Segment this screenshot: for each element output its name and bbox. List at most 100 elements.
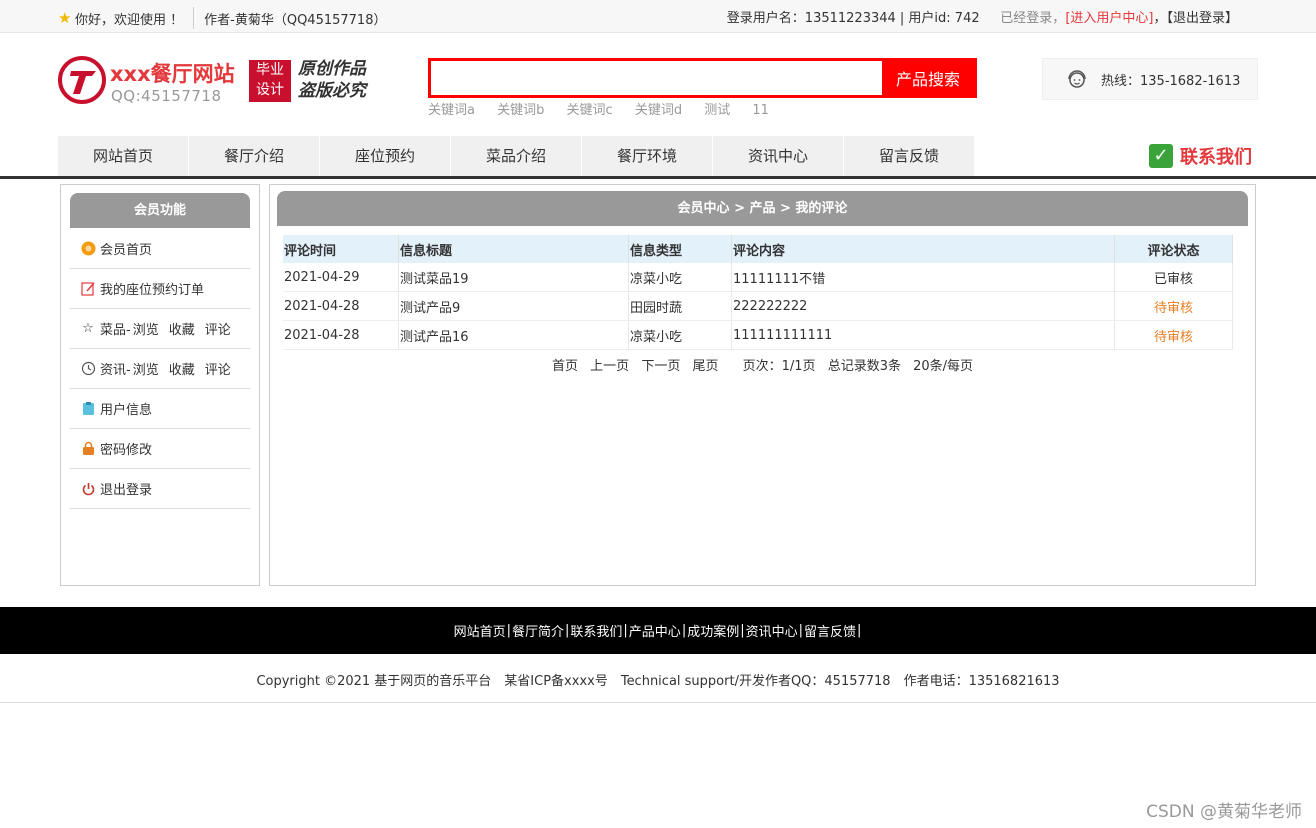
logo-icon[interactable] xyxy=(58,56,110,104)
sidebar-item-news: 资讯- 浏览 收藏 评论 xyxy=(70,349,250,389)
dish-browse-link[interactable]: 浏览 xyxy=(133,319,159,338)
comments-table: 评论时间 信息标题 信息类型 评论内容 评论状态 2021-04-29 测试菜品… xyxy=(283,235,1233,350)
cell-title-link[interactable]: 测试产品16 xyxy=(398,320,629,350)
watermark: CSDN @黄菊华老师 xyxy=(1146,802,1302,822)
edit-icon xyxy=(80,281,96,297)
clock-icon xyxy=(80,361,96,377)
greeting-text: 你好，欢迎使用 ！ xyxy=(75,12,184,28)
cell-type: 凉菜小吃 xyxy=(628,263,732,292)
footer-link-feedback[interactable]: 留言反馈 xyxy=(804,621,856,640)
star-outline-icon: ☆ xyxy=(82,321,94,336)
check-icon: ✓ xyxy=(1149,144,1173,168)
nav-item-feedback[interactable]: 留言反馈 xyxy=(844,136,975,176)
cell-title-link[interactable]: 测试菜品19 xyxy=(398,263,629,292)
table-row: 2021-04-29 测试菜品19 凉菜小吃 11111111不错 已审核 xyxy=(283,263,1233,292)
logged-status: 已经登录， xyxy=(1000,11,1066,26)
search-input[interactable] xyxy=(431,61,882,95)
sidebar-item-label: 密码修改 xyxy=(100,443,153,458)
sidebar-item-label: 资讯- xyxy=(100,363,131,378)
nav-item-news[interactable]: 资讯中心 xyxy=(713,136,844,176)
news-browse-link[interactable]: 浏览 xyxy=(133,359,159,378)
sidebar-menu: 会员首页 我的座位预约订单 ☆ 菜品- 浏览 收藏 评论 资讯- 浏览 收藏 评… xyxy=(70,229,250,509)
keyword-link[interactable]: 测试 xyxy=(704,103,730,118)
lock-icon xyxy=(80,441,96,457)
footer-link-intro[interactable]: 餐厅简介 xyxy=(512,621,564,640)
sidebar-item-password[interactable]: 密码修改 xyxy=(70,429,250,469)
logout-link[interactable]: 【退出登录】 xyxy=(1166,11,1238,26)
sidebar-item-userinfo[interactable]: 用户信息 xyxy=(70,389,250,429)
slogan-line2: 盗版必究 xyxy=(298,81,366,101)
keyword-link[interactable]: 关键词c xyxy=(567,103,613,118)
dish-comment-link[interactable]: 评论 xyxy=(205,319,231,338)
keyword-link[interactable]: 11 xyxy=(752,103,769,118)
footer-separator: | xyxy=(506,623,511,638)
column-header: 信息类型 xyxy=(628,235,732,263)
nav-item-home[interactable]: 网站首页 xyxy=(58,136,189,176)
contact-us-link[interactable]: ✓ 联系我们 xyxy=(1149,143,1252,169)
cell-type: 田园时蔬 xyxy=(628,291,732,321)
keyword-link[interactable]: 关键词a xyxy=(428,103,475,118)
main-nav: 网站首页 餐厅介绍 座位预约 菜品介绍 餐厅环境 资讯中心 留言反馈 xyxy=(58,136,975,176)
nav-item-dishes[interactable]: 菜品介绍 xyxy=(451,136,582,176)
cell-time: 2021-04-28 xyxy=(283,320,399,350)
copyright: Copyright ©2021 基于网页的音乐平台 某省ICP备xxxx号 Te… xyxy=(256,674,1060,689)
status-badge: 已审核 xyxy=(1114,263,1233,292)
product-search-button[interactable]: 产品搜索 xyxy=(882,61,974,95)
footer-link-news[interactable]: 资讯中心 xyxy=(746,621,798,640)
nav-item-reservation[interactable]: 座位预约 xyxy=(320,136,451,176)
footer-divider xyxy=(0,702,1316,703)
search-box: 产品搜索 xyxy=(428,58,977,98)
sidebar-item-label: 会员首页 xyxy=(100,243,153,258)
table-header-row: 评论时间 信息标题 信息类型 评论内容 评论状态 xyxy=(283,235,1233,263)
enter-user-center-link[interactable]: [进入用户中心] xyxy=(1065,11,1153,26)
hotline-box: 热线：135-1682-1613 xyxy=(1042,58,1258,100)
footer-separator: | xyxy=(740,623,745,638)
pager-next[interactable]: 下一页 xyxy=(641,359,688,374)
status-badge: 待审核 xyxy=(1114,320,1233,350)
footer-link-home[interactable]: 网站首页 xyxy=(454,621,506,640)
headset-icon xyxy=(1068,70,1086,88)
site-title[interactable]: xxx餐厅网站 xyxy=(110,58,235,88)
sidebar-item-label: 用户信息 xyxy=(100,403,153,418)
footer-separator: | xyxy=(565,623,570,638)
footer-link-products[interactable]: 产品中心 xyxy=(629,621,681,640)
cell-content: 222222222 xyxy=(731,291,1115,321)
pager-first[interactable]: 首页 xyxy=(552,359,586,374)
pager-next-label: 下一页 xyxy=(641,359,681,374)
pager-prev[interactable]: 上一页 xyxy=(590,359,637,374)
table-row: 2021-04-28 测试产品9 田园时蔬 222222222 待审核 xyxy=(283,291,1233,321)
pagination: 首页 上一页 下一页 尾页 页次：1/1页 总记录数3条 20条/每页 xyxy=(552,355,981,374)
cell-content: 11111111不错 xyxy=(731,263,1115,292)
footer-separator: | xyxy=(798,623,804,638)
author-text: 作者-黄菊华（QQ45157718） xyxy=(204,12,387,28)
footer-link-contact[interactable]: 联系我们 xyxy=(570,621,622,640)
keyword-link[interactable]: 关键词b xyxy=(497,103,544,118)
per-page: 20条/每页 xyxy=(913,359,974,374)
pager-last-label: 尾页 xyxy=(692,359,719,374)
nav-item-intro[interactable]: 餐厅介绍 xyxy=(189,136,320,176)
news-fav-link[interactable]: 收藏 xyxy=(169,359,195,378)
cell-time: 2021-04-29 xyxy=(283,263,399,292)
contact-us-label: 联系我们 xyxy=(1180,147,1252,168)
main-panel: 会员中心 > 产品 > 我的评论 评论时间 信息标题 信息类型 评论内容 评论状… xyxy=(269,184,1256,586)
sidebar-item-logout[interactable]: 退出登录 xyxy=(70,469,250,509)
cell-title-link[interactable]: 测试产品9 xyxy=(398,291,629,321)
footer-link-cases[interactable]: 成功案例 xyxy=(687,621,739,640)
clipboard-icon xyxy=(80,401,96,417)
status-badge: 待审核 xyxy=(1114,291,1233,321)
slogan: 原创作品 盗版必究 xyxy=(298,58,378,102)
divider xyxy=(193,7,195,29)
dish-fav-link[interactable]: 收藏 xyxy=(169,319,195,338)
pager-last[interactable]: 尾页 xyxy=(692,359,738,374)
total-records: 总记录数3条 xyxy=(827,359,901,374)
nav-item-environment[interactable]: 餐厅环境 xyxy=(582,136,713,176)
column-header: 评论状态 xyxy=(1114,235,1233,263)
cell-time: 2021-04-28 xyxy=(283,291,399,321)
hot-keywords: 关键词a 关键词b 关键词c 关键词d 测试 11 xyxy=(428,99,787,118)
news-comment-link[interactable]: 评论 xyxy=(205,359,231,378)
badge-line1: 毕业 xyxy=(256,62,284,78)
sidebar-item-orders[interactable]: 我的座位预约订单 xyxy=(70,269,250,309)
keyword-link[interactable]: 关键词d xyxy=(635,103,682,118)
sidebar-item-home[interactable]: 会员首页 xyxy=(70,229,250,269)
slogan-line1: 原创作品 xyxy=(298,59,366,79)
